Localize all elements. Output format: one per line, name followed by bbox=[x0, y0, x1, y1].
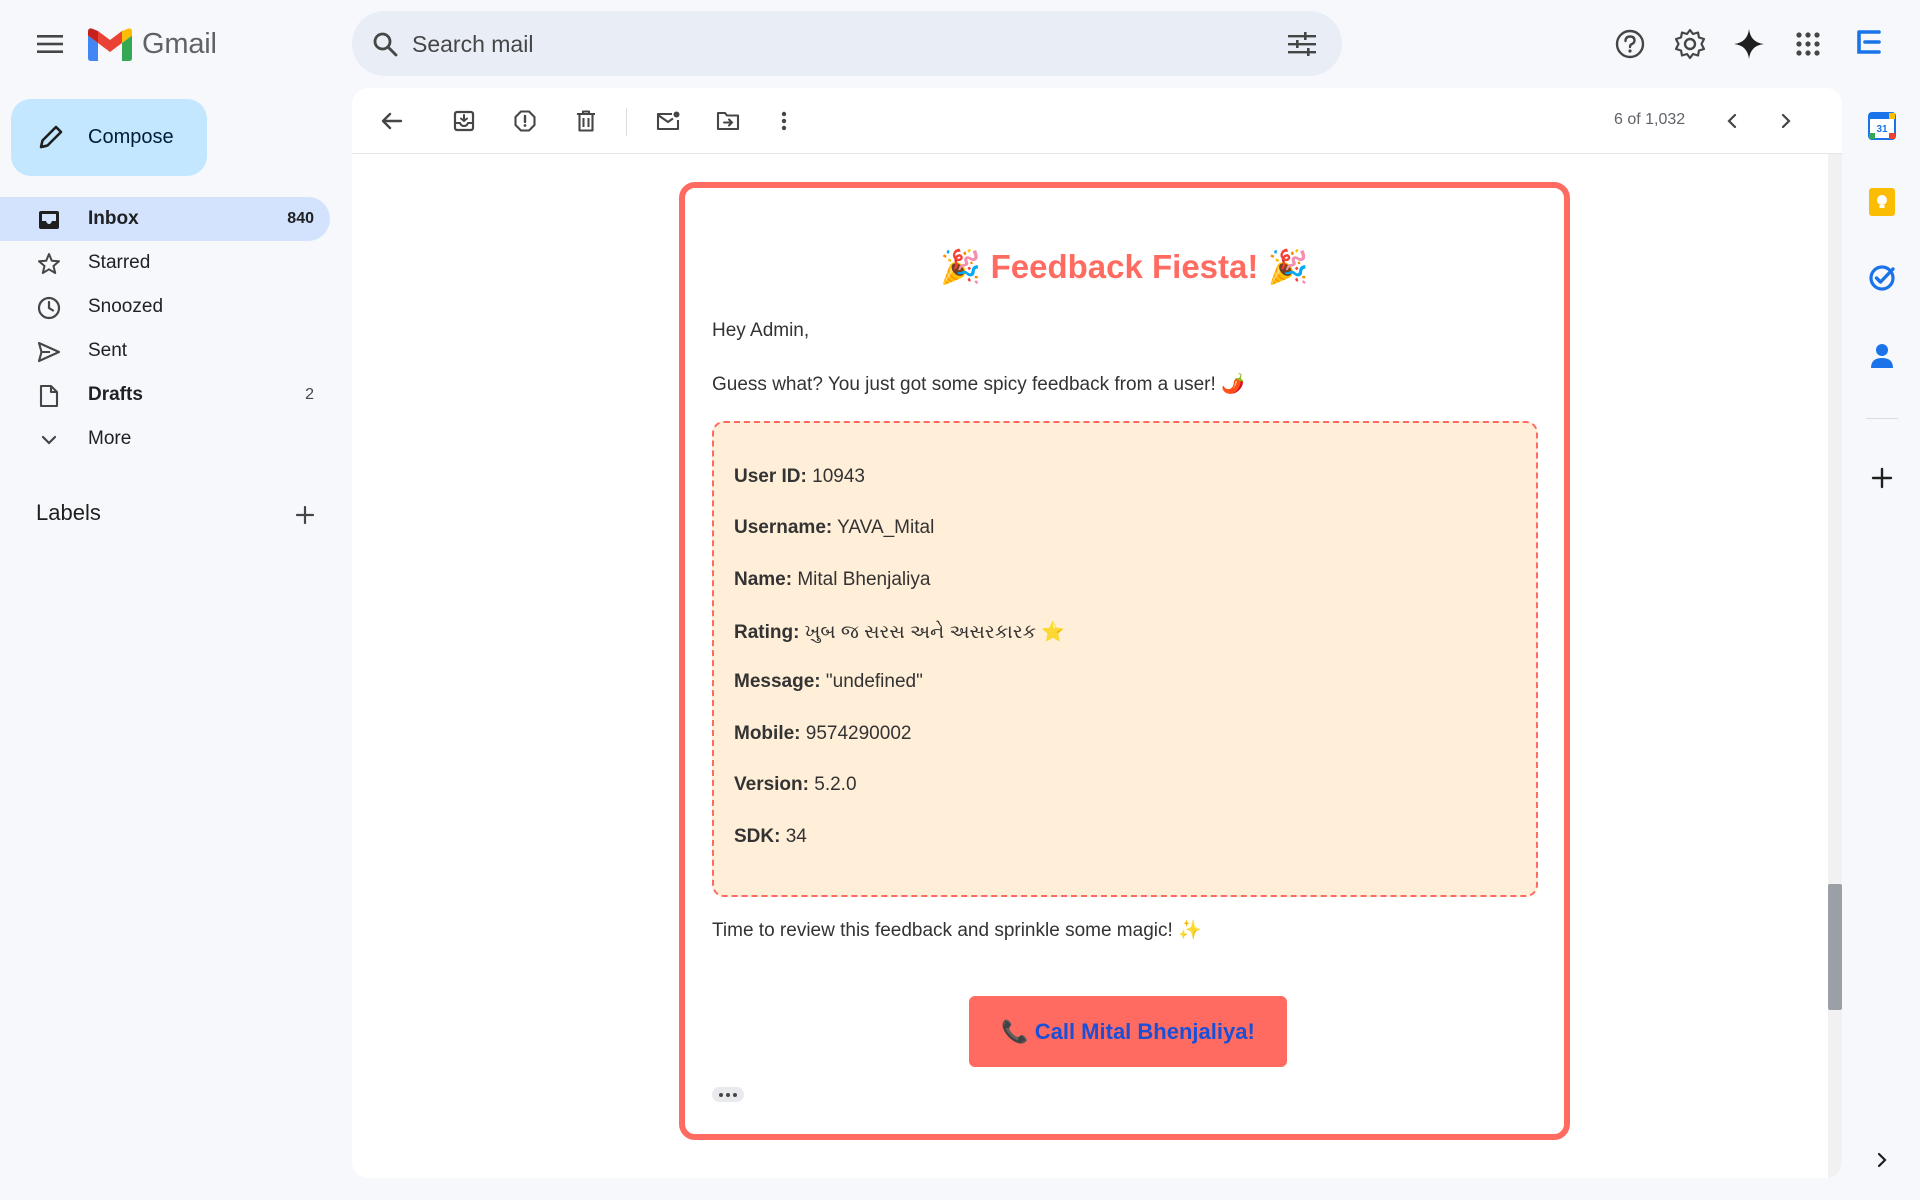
main-menu-button[interactable] bbox=[26, 20, 74, 68]
move-to-folder-icon[interactable] bbox=[710, 103, 746, 139]
svg-text:31: 31 bbox=[1876, 124, 1888, 135]
top-bar: Gmail Search mail bbox=[0, 0, 1920, 88]
sidebar-item-more[interactable]: More bbox=[0, 417, 330, 461]
field-user-id: User ID: 10943 bbox=[734, 466, 865, 488]
sidebar-item-label: Drafts bbox=[88, 384, 143, 405]
field-message: Message: "undefined" bbox=[734, 671, 923, 693]
field-value: 10943 bbox=[812, 466, 865, 487]
field-value: YAVA_Mital bbox=[837, 517, 935, 538]
labels-heading: Labels bbox=[36, 500, 101, 525]
side-panel: 31 bbox=[1846, 88, 1920, 1200]
toolbar-divider bbox=[626, 108, 627, 136]
draft-count: 2 bbox=[305, 386, 314, 403]
field-key: Mobile: bbox=[734, 723, 801, 744]
sidebar-item-inbox[interactable]: Inbox 840 bbox=[0, 197, 330, 241]
field-value: 34 bbox=[785, 826, 807, 847]
more-options-vertical-icon[interactable] bbox=[766, 103, 802, 139]
side-panel-divider bbox=[1866, 418, 1898, 419]
older-chevron-right-icon[interactable] bbox=[1768, 103, 1804, 139]
sidebar-item-label: Sent bbox=[88, 340, 128, 361]
search-options-icon[interactable] bbox=[1286, 28, 1318, 60]
show-trimmed-content-button[interactable] bbox=[712, 1087, 744, 1102]
workspace-app-icon[interactable] bbox=[1848, 20, 1892, 64]
sidebar-item-snoozed[interactable]: Snoozed bbox=[0, 285, 330, 329]
delete-trash-icon[interactable] bbox=[568, 103, 604, 139]
email-body-card: 🎉 Feedback Fiesta! 🎉 Hey Admin, Guess wh… bbox=[679, 182, 1570, 1140]
app-name: Gmail bbox=[142, 27, 217, 60]
settings-gear-icon[interactable] bbox=[1668, 22, 1712, 66]
chevron-down-icon bbox=[36, 427, 62, 453]
search-icon[interactable] bbox=[368, 27, 402, 61]
send-icon bbox=[36, 339, 62, 365]
report-spam-icon[interactable] bbox=[507, 103, 543, 139]
search-bar[interactable]: Search mail bbox=[352, 11, 1342, 76]
hide-side-panel-chevron-icon[interactable] bbox=[1864, 1142, 1900, 1178]
newer-chevron-left-icon[interactable] bbox=[1714, 103, 1750, 139]
email-intro: Guess what? You just got some spicy feed… bbox=[712, 374, 1245, 395]
search-input[interactable]: Search mail bbox=[412, 31, 533, 58]
feedback-details-box: User ID: 10943 Username: YAVA_Mital Name… bbox=[712, 421, 1538, 897]
email-title: 🎉 Feedback Fiesta! 🎉 bbox=[940, 248, 1309, 285]
back-arrow-icon[interactable] bbox=[374, 103, 410, 139]
gmail-m-icon bbox=[88, 27, 132, 61]
apps-grid-icon[interactable] bbox=[1786, 22, 1830, 66]
field-value: 5.2.0 bbox=[814, 774, 857, 795]
field-key: Username: bbox=[734, 517, 833, 538]
gemini-sparkle-icon[interactable] bbox=[1727, 22, 1771, 66]
sidebar-item-starred[interactable]: Starred bbox=[0, 241, 330, 285]
sidebar-item-label: More bbox=[88, 428, 132, 449]
field-key: Message: bbox=[734, 671, 821, 692]
keep-notes-icon[interactable] bbox=[1864, 184, 1900, 220]
inbox-icon bbox=[36, 207, 62, 233]
sidebar-item-label: Inbox bbox=[88, 208, 139, 229]
sidebar-item-label: Starred bbox=[88, 252, 151, 273]
call-user-button[interactable]: 📞 Call Mital Bhenjaliya! bbox=[969, 996, 1287, 1067]
message-view: 6 of 1,032 🎉 Feedback Fiesta! 🎉 Hey Admi… bbox=[352, 88, 1842, 1178]
hamburger-icon bbox=[37, 35, 63, 53]
field-key: Rating: bbox=[734, 622, 800, 643]
field-name: Name: Mital Bhenjaliya bbox=[734, 569, 930, 591]
archive-icon[interactable] bbox=[446, 103, 482, 139]
sidebar-item-drafts[interactable]: Drafts 2 bbox=[0, 373, 330, 417]
sidebar-item-label: Snoozed bbox=[88, 296, 164, 317]
sidebar-item-sent[interactable]: Sent bbox=[0, 329, 330, 373]
compose-button[interactable]: Compose bbox=[11, 99, 207, 176]
clock-icon bbox=[36, 295, 62, 321]
gmail-logo[interactable]: Gmail bbox=[88, 26, 217, 62]
field-version: Version: 5.2.0 bbox=[734, 774, 857, 796]
field-key: User ID: bbox=[734, 466, 807, 487]
field-rating: Rating: ખુબ જ સરસ અને અસરકારક ⭐ bbox=[734, 620, 1065, 644]
field-sdk: SDK: 34 bbox=[734, 826, 807, 848]
field-key: Version: bbox=[734, 774, 809, 795]
email-greeting: Hey Admin, bbox=[712, 320, 810, 341]
field-key: Name: bbox=[734, 569, 793, 590]
star-icon bbox=[36, 251, 62, 277]
field-value: "undefined" bbox=[825, 671, 923, 692]
unread-count: 840 bbox=[287, 210, 314, 227]
scrollbar-thumb[interactable] bbox=[1828, 884, 1842, 1010]
add-label-plus-icon[interactable] bbox=[290, 500, 320, 530]
field-value: ખુબ જ સરસ અને અસરકારક ⭐ bbox=[804, 622, 1065, 643]
message-toolbar: 6 of 1,032 bbox=[352, 88, 1842, 154]
get-addons-plus-icon[interactable] bbox=[1864, 460, 1900, 496]
sidebar-nav: Inbox 840 Starred Snoozed Sent Drafts 2 … bbox=[0, 197, 330, 461]
calendar-icon[interactable]: 31 bbox=[1864, 108, 1900, 144]
field-mobile: Mobile: 9574290002 bbox=[734, 723, 911, 745]
field-username: Username: YAVA_Mital bbox=[734, 517, 934, 539]
field-value: Mital Bhenjaliya bbox=[797, 569, 931, 590]
field-key: SDK: bbox=[734, 826, 781, 847]
compose-label: Compose bbox=[88, 126, 174, 148]
draft-file-icon bbox=[36, 383, 62, 409]
pagination-text: 6 of 1,032 bbox=[1614, 111, 1686, 128]
help-icon[interactable] bbox=[1608, 22, 1652, 66]
mark-unread-icon[interactable] bbox=[650, 103, 686, 139]
pencil-icon bbox=[39, 125, 63, 149]
email-outro: Time to review this feedback and sprinkl… bbox=[712, 920, 1202, 941]
field-value: 9574290002 bbox=[805, 723, 912, 744]
tasks-icon[interactable] bbox=[1864, 260, 1900, 296]
scrollbar-track[interactable] bbox=[1828, 154, 1842, 1178]
contacts-icon[interactable] bbox=[1864, 338, 1900, 374]
